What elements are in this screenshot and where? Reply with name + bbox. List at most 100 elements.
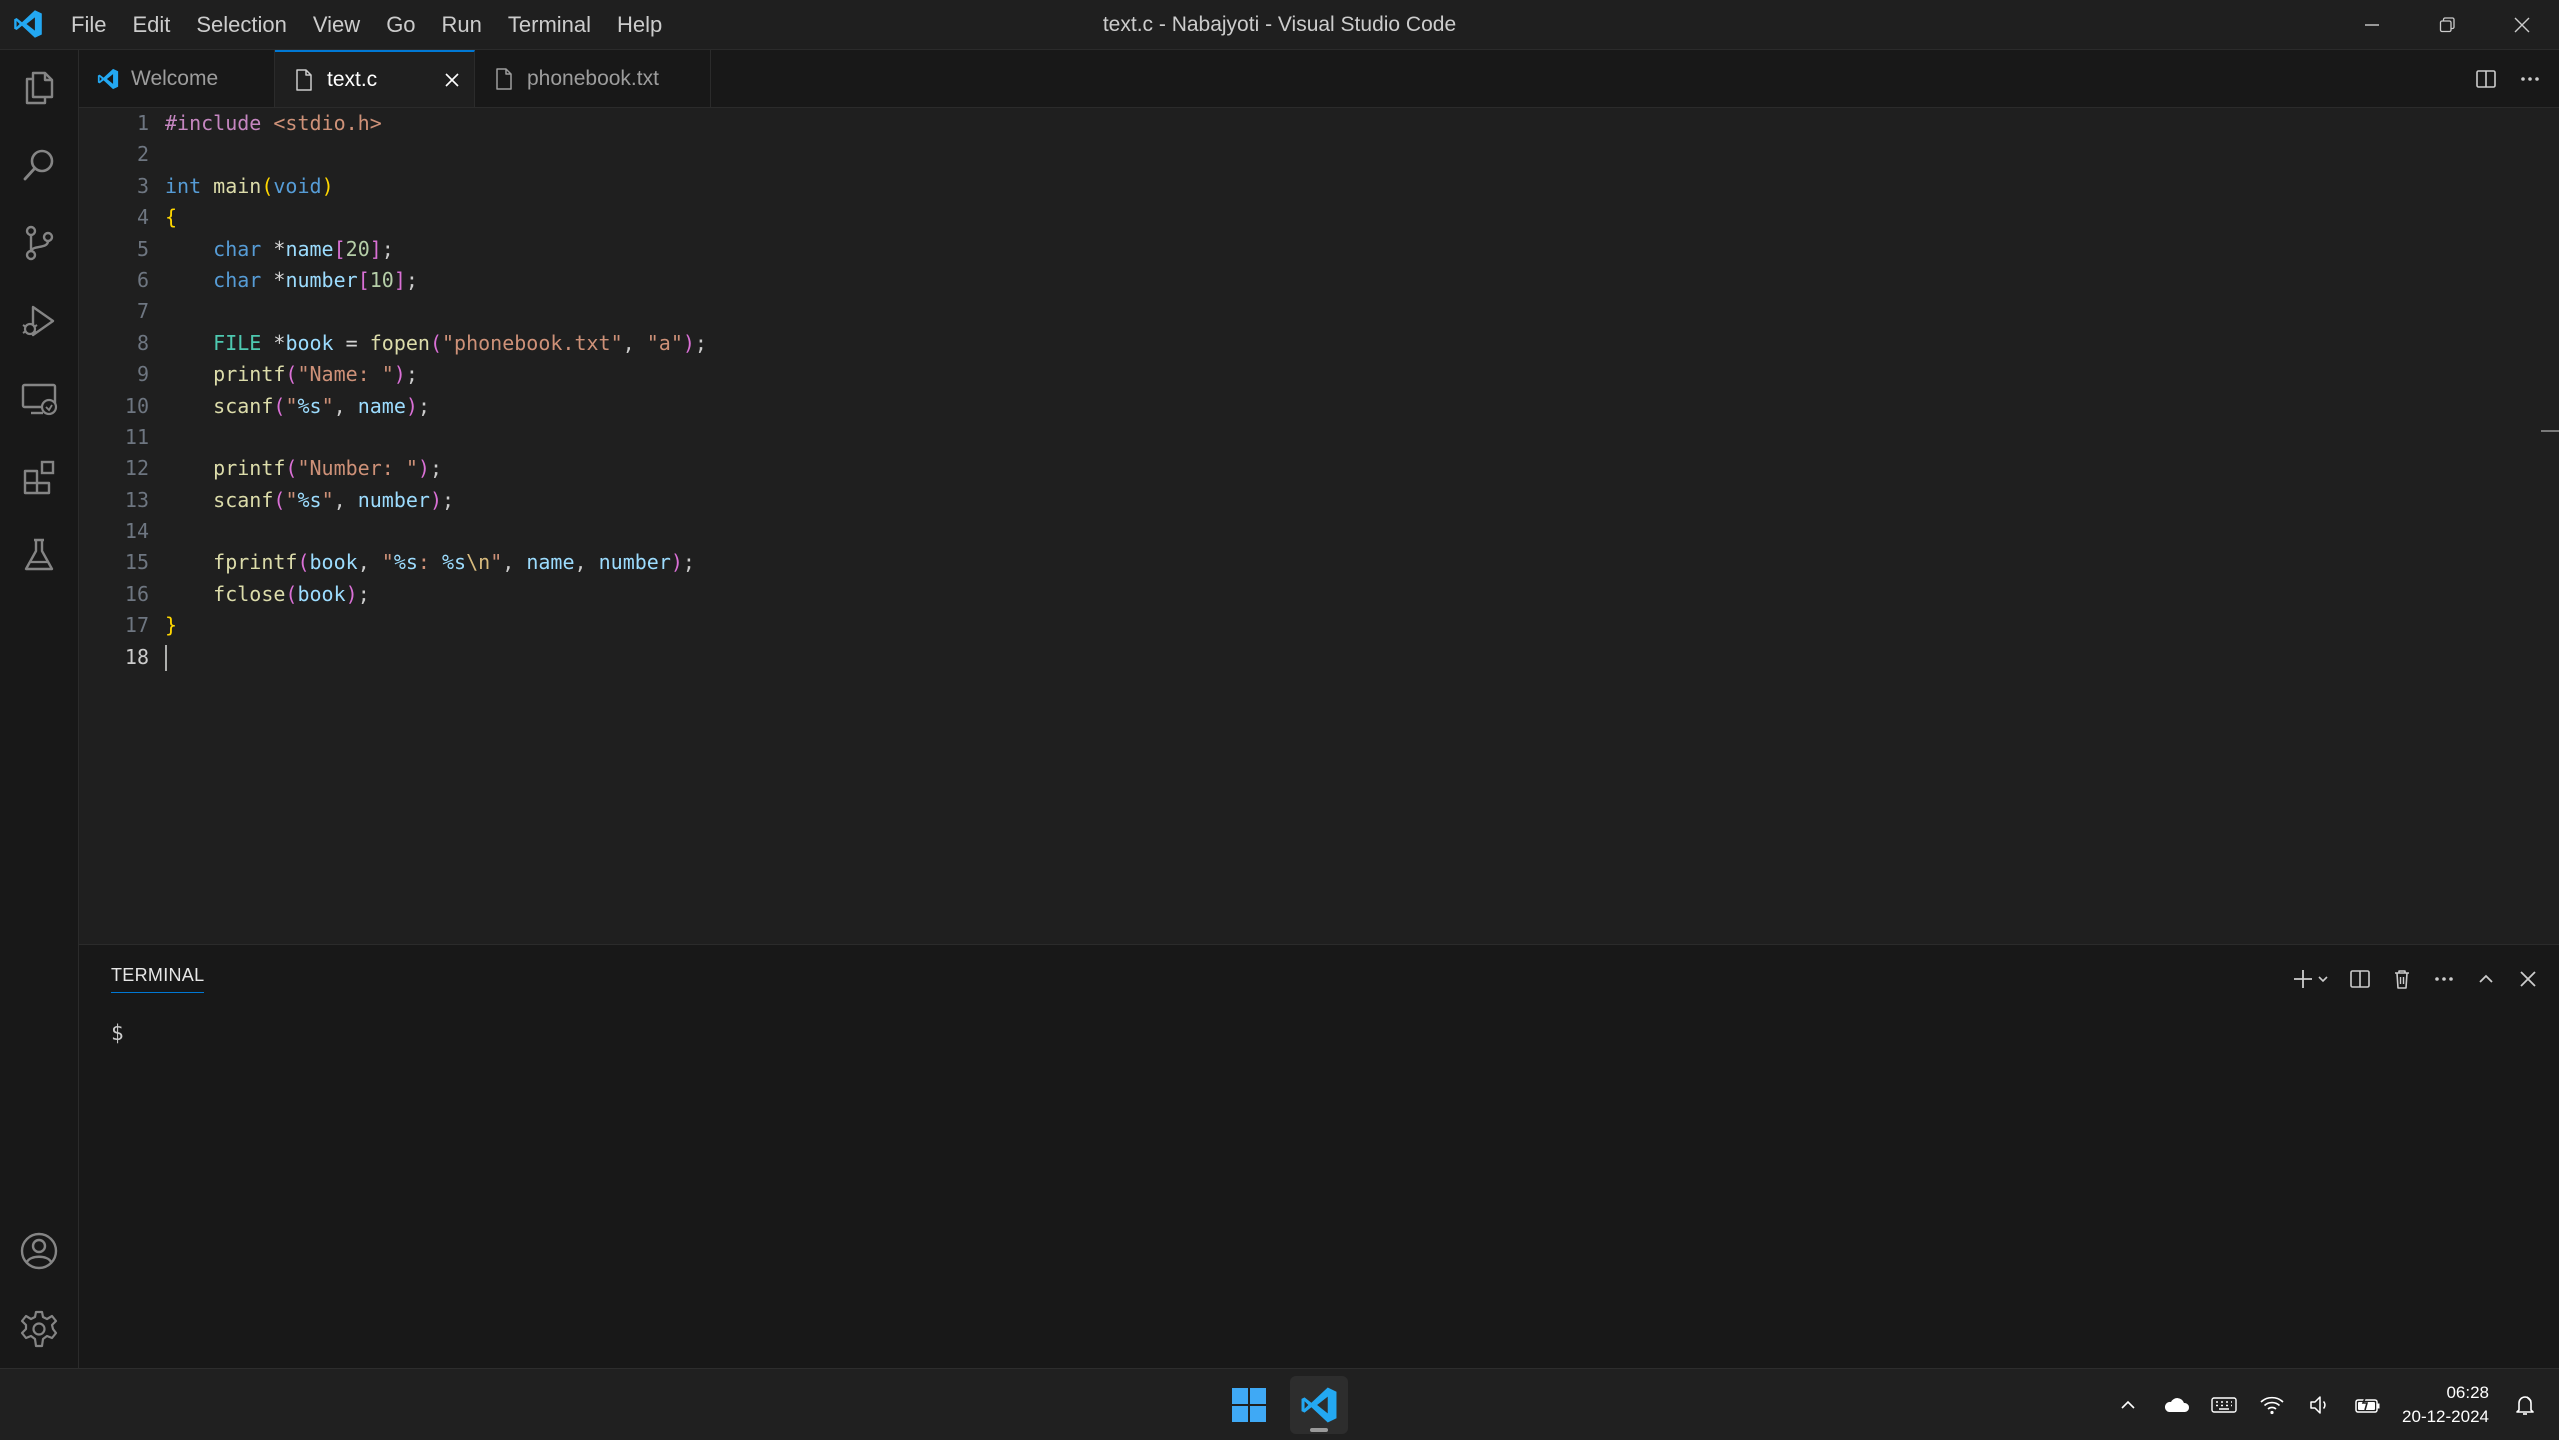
explorer-button[interactable] [0, 50, 78, 124]
volume-button[interactable] [2296, 1381, 2344, 1429]
menu-selection[interactable]: Selection [183, 7, 300, 43]
panel-more-button[interactable] [2423, 959, 2465, 999]
testing-button[interactable] [0, 518, 78, 592]
maximize-panel-button[interactable] [2465, 959, 2507, 999]
tab-welcome[interactable]: Welcome [79, 50, 275, 107]
wifi-icon [2260, 1396, 2284, 1414]
run-debug-button[interactable] [0, 284, 78, 358]
close-icon [2514, 17, 2529, 32]
split-terminal-button[interactable] [2339, 959, 2381, 999]
code-line: 4{ [79, 202, 2519, 233]
code-line: 6 char *number[10]; [79, 265, 2519, 296]
line-number: 7 [136, 299, 149, 324]
start-button[interactable] [1220, 1376, 1278, 1434]
more-icon [2435, 977, 2453, 981]
keyboard-button[interactable] [2200, 1381, 2248, 1429]
plus-chevron-icon [2294, 970, 2328, 988]
code-line: 14 [79, 516, 2519, 547]
code-line: 15 fprintf(book, "%s: %s\n", name, numbe… [79, 547, 2519, 578]
battery-button[interactable] [2344, 1381, 2392, 1429]
code-line-current: 18 [79, 642, 2519, 673]
show-hidden-icons-button[interactable] [2104, 1381, 2152, 1429]
line-number: 14 [124, 519, 149, 544]
source-control-button[interactable] [0, 206, 78, 280]
accounts-button[interactable] [0, 1214, 78, 1288]
new-terminal-button[interactable] [2287, 959, 2339, 999]
split-editor-button[interactable] [2467, 60, 2505, 98]
network-button[interactable] [2248, 1381, 2296, 1429]
code-line: 9 printf("Name: "); [79, 359, 2519, 390]
notifications-button[interactable] [2501, 1381, 2549, 1429]
menu-terminal[interactable]: Terminal [495, 7, 604, 43]
title-bar: File Edit Selection View Go Run Terminal… [0, 0, 2559, 50]
extensions-button[interactable] [0, 440, 78, 514]
remote-explorer-button[interactable] [0, 362, 78, 436]
active-app-indicator [1310, 1427, 1328, 1432]
code-line: 1 #include <stdio.h> [79, 108, 2519, 139]
notification-icon [2516, 1395, 2534, 1415]
menu-file[interactable]: File [58, 7, 119, 43]
code-line: 12 printf("Number: "); [79, 453, 2519, 484]
code-editor[interactable]: 1 #include <stdio.h> 2 3 int main(void) 4{… [79, 108, 2559, 943]
accounts-icon [20, 1232, 58, 1270]
search-button[interactable] [0, 128, 78, 202]
more-icon [2521, 76, 2539, 81]
menu-edit[interactable]: Edit [119, 7, 183, 43]
restore-button[interactable] [2409, 0, 2484, 49]
terminal-panel: TERMINAL $ [79, 944, 2559, 1369]
kill-terminal-button[interactable] [2381, 959, 2423, 999]
close-panel-button[interactable] [2507, 959, 2549, 999]
code-text: FILE *book = fopen("phonebook.txt", "a")… [213, 330, 707, 355]
tab-terminal[interactable]: TERMINAL [111, 965, 205, 993]
code-line: 13 scanf("%s", number); [79, 485, 2519, 516]
windows-start-icon [1232, 1387, 1266, 1422]
close-tab-button[interactable] [440, 68, 464, 92]
close-window-button[interactable] [2484, 0, 2559, 49]
taskbar-clock[interactable]: 06:28 20-12-2024 [2392, 1381, 2501, 1429]
menu-help[interactable]: Help [604, 7, 675, 43]
line-number: 11 [124, 424, 149, 449]
tab-text-c[interactable]: text.c [275, 50, 475, 107]
line-number: 3 [136, 173, 149, 198]
menu-run[interactable]: Run [429, 7, 495, 43]
code-text: char *number[10]; [213, 267, 418, 292]
code-text: printf("Number: "); [213, 456, 442, 481]
file-icon [293, 68, 315, 91]
menu-go[interactable]: Go [373, 7, 428, 43]
volume-icon [2310, 1395, 2326, 1414]
windows-taskbar: 06:28 20-12-2024 [0, 1368, 2559, 1440]
onedrive-button[interactable] [2152, 1381, 2200, 1429]
settings-gear-icon [20, 1310, 58, 1348]
code-line: 17} [79, 610, 2519, 641]
code-text: { [165, 205, 178, 230]
editor-actions [2467, 50, 2549, 107]
minimize-icon [2364, 23, 2379, 26]
settings-button[interactable] [0, 1292, 78, 1366]
battery-icon [2355, 1395, 2380, 1413]
code-line: 2 [79, 139, 2519, 170]
code-text: int main(void) [165, 173, 334, 198]
code-line: 8 FILE *book = fopen("phonebook.txt", "a… [79, 328, 2519, 359]
line-number: 5 [136, 236, 149, 261]
chevron-up-icon [2121, 1400, 2135, 1409]
code-line: 11 [79, 422, 2519, 453]
panel-actions [2287, 959, 2549, 999]
search-icon [23, 149, 54, 181]
minimize-button[interactable] [2334, 0, 2409, 49]
explorer-icon [25, 71, 54, 105]
vscode-taskbar-button[interactable] [1290, 1375, 1348, 1434]
chevron-up-icon [2479, 974, 2493, 983]
code-text: #include <stdio.h> [165, 111, 382, 135]
code-lines: 1 #include <stdio.h> 2 3 int main(void) 4{… [79, 108, 2519, 673]
vscode-logo-icon [97, 68, 119, 90]
more-actions-button[interactable] [2511, 60, 2549, 98]
code-text: scanf("%s", number); [213, 487, 455, 512]
menu-view[interactable]: View [300, 7, 373, 43]
tab-phonebook-txt[interactable]: phonebook.txt [475, 50, 711, 107]
line-number: 2 [136, 142, 149, 167]
line-number: 12 [124, 456, 149, 481]
clock-date: 20-12-2024 [2402, 1406, 2489, 1426]
terminal-prompt[interactable]: $ [111, 1021, 124, 1045]
tab-label: Welcome [131, 66, 219, 90]
onedrive-icon [2164, 1397, 2190, 1412]
